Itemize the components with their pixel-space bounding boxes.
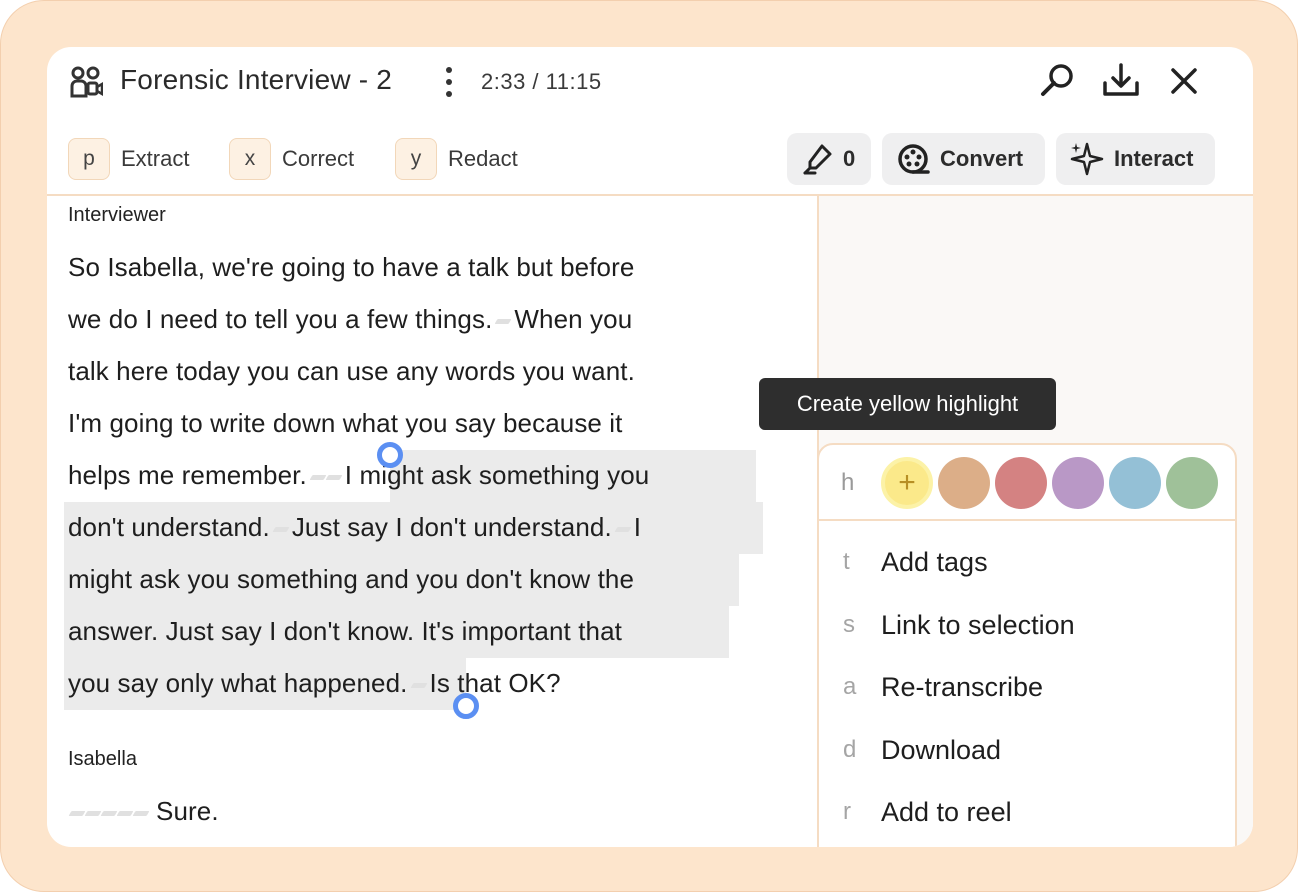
shortcut-key: x [229,138,271,180]
app-frame: Forensic Interview - 2 2:33 / 11:15 p Ex… [0,0,1298,892]
shortcut-key: p [68,138,110,180]
pause-marker [272,526,290,532]
tool-correct[interactable]: x Correct [229,138,354,180]
shortcut-key: y [395,138,437,180]
purple-highlight-swatch[interactable] [1052,457,1104,509]
selection-end-handle[interactable] [453,693,479,719]
pause-marker [325,474,343,480]
menu-item-add-tags[interactable]: t Add tags [819,533,1235,591]
red-highlight-swatch[interactable] [995,457,1047,509]
playback-time: 2:33 / 11:15 [481,69,602,94]
menu-item-label: Re-transcribe [881,671,1044,702]
tool-label: Redact [448,146,518,171]
tool-redact[interactable]: y Redact [395,138,518,180]
pause-marker [132,810,150,816]
more-options-icon[interactable] [439,65,459,99]
menu-item-add-to-reel[interactable]: r Add to reel [819,783,1235,841]
transcript-line[interactable]: So Isabella, we're going to have a talk … [68,252,634,283]
shortcut-key: d [843,736,857,763]
highlighter-icon [803,144,832,175]
menu-item-label: Add to reel [881,796,1012,827]
transcript-line[interactable]: answer. Just say I don't know. It's impo… [68,616,622,647]
transcript-line[interactable]: don't understand. Just say I don't unders… [68,512,641,543]
transcript-line[interactable]: Sure. [68,796,219,827]
sparkle-icon [1070,142,1104,176]
menu-item-download[interactable]: d Download [819,721,1235,779]
menu-item-label: Add tags [881,546,988,577]
convert-button[interactable]: Convert [882,133,1045,185]
convert-label: Convert [940,146,1024,171]
shortcut-key: t [843,548,850,575]
close-icon[interactable] [1164,61,1204,101]
highlighter-button[interactable]: 0 [787,133,871,185]
blue-highlight-swatch[interactable] [1109,457,1161,509]
download-icon[interactable] [1101,61,1141,101]
context-menu: h + t Add tags s Link to selection a Re-… [817,443,1237,847]
menu-item-re-transcribe[interactable]: a Re-transcribe [819,658,1235,716]
speaker-name: Interviewer [68,204,166,226]
interact-button[interactable]: Interact [1056,133,1215,185]
tool-extract[interactable]: p Extract [68,138,189,180]
shortcut-key: h [841,469,855,496]
search-icon[interactable] [1037,61,1077,101]
transcript-line[interactable]: we do I need to tell you a few things. Wh… [68,304,632,335]
transcript-line[interactable]: you say only what happened. Is that OK? [68,668,561,699]
transcript-line[interactable]: talk here today you can use any words yo… [68,356,635,387]
plus-icon: + [898,466,916,499]
green-highlight-swatch[interactable] [1166,457,1218,509]
speaker-name: Isabella [68,748,137,770]
pause-marker [309,474,327,480]
shortcut-key: a [843,673,857,700]
transcript-line[interactable]: helps me remember. I might ask something … [68,460,649,491]
transcript-line[interactable]: I'm going to write down what you say bec… [68,408,623,439]
pause-marker [494,318,512,324]
menu-item-link-to-selection[interactable]: s Link to selection [819,596,1235,654]
page-title: Forensic Interview - 2 [120,64,393,95]
film-reel-icon [898,144,930,174]
shortcut-key: s [843,611,855,638]
pause-marker [614,526,632,532]
shortcut-key: r [843,798,851,825]
pause-marker [116,810,134,816]
interact-label: Interact [1114,146,1194,171]
yellow-highlight-swatch[interactable]: + [881,457,933,509]
selection-start-handle[interactable] [377,442,403,468]
pause-marker [84,810,102,816]
transcript-line[interactable]: might ask you something and you don't kn… [68,564,634,595]
pause-marker [100,810,118,816]
tool-label: Extract [121,146,190,171]
menu-item-label: Download [881,734,1002,765]
highlight-count: 0 [843,146,856,171]
menu-item-label: Link to selection [881,609,1075,640]
participants-icon [70,66,103,98]
highlight-color-row: h + [819,445,1235,521]
highlight-tooltip: Create yellow highlight [759,378,1056,430]
tool-label: Correct [282,146,355,171]
transcript-window: Forensic Interview - 2 2:33 / 11:15 p Ex… [47,47,1253,847]
orange-highlight-swatch[interactable] [938,457,990,509]
pause-marker [410,682,427,688]
pause-marker [68,810,86,816]
